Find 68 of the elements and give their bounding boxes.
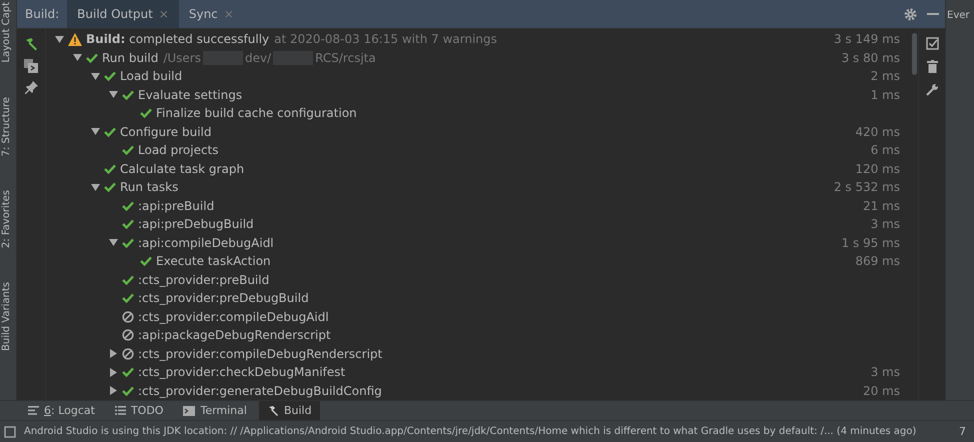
tree-item[interactable]: Execute taskAction (156, 254, 271, 268)
settings-icon[interactable] (904, 8, 917, 20)
duration: 3 ms (870, 217, 900, 232)
wrench-icon[interactable] (926, 83, 938, 96)
tool-window-tab[interactable]: TODO (106, 400, 172, 420)
duration: 21 ms (862, 198, 900, 213)
tree-item[interactable]: Load projects (138, 143, 219, 158)
project-path: RCS/rcsjta (315, 50, 376, 65)
duration: 1 s 95 ms (841, 236, 900, 250)
tool-window-tab[interactable]: Ever (946, 0, 974, 21)
tree-item[interactable]: :cts_provider:checkDebugManifest (138, 365, 346, 380)
expanded-arrow-icon[interactable] (108, 238, 118, 248)
tree-item[interactable]: Build: completed successfully (86, 32, 270, 46)
hammer-icon[interactable] (24, 37, 38, 51)
duration: 120 ms (855, 162, 900, 176)
tree-item[interactable]: Configure build (120, 124, 212, 139)
tool-window-tab[interactable]: Build Variants (0, 282, 16, 352)
tree-item[interactable]: :api:packageDebugRenderscript (138, 328, 331, 342)
expanded-arrow-icon[interactable] (90, 127, 100, 136)
tool-window-tab[interactable]: 6: Logcat (20, 400, 103, 420)
duration: 3 s 149 ms (834, 32, 900, 46)
scrollbar[interactable] (912, 33, 916, 75)
panel-tab[interactable]: Build Output × (67, 0, 179, 28)
tree-item[interactable]: Evaluate settings (138, 88, 242, 102)
terminal-icon (183, 406, 196, 416)
duration: 20 ms (862, 384, 900, 398)
build-detail: at 2020-08-03 16:15 with 7 warnings (274, 32, 498, 46)
tree-item[interactable]: :api:preDebugBuild (138, 217, 254, 232)
tree-item[interactable]: Calculate task graph (120, 162, 244, 176)
tree-item[interactable]: Run build (102, 50, 158, 65)
tool-window-tab[interactable]: Terminal (175, 400, 255, 420)
tool-window-tab[interactable]: 2: Favorites (0, 190, 16, 248)
tree-item[interactable]: :api:preBuild (138, 198, 214, 213)
tree-item[interactable]: Load build (120, 69, 182, 84)
tool-window-tab[interactable]: 7: Structure (0, 96, 16, 156)
duration: 6 ms (870, 143, 900, 158)
square-icon[interactable] (4, 426, 16, 438)
lines-icon (28, 406, 39, 415)
list-icon (114, 406, 126, 415)
duration: 3 ms (870, 365, 900, 380)
tree-item[interactable]: :cts_provider:generateDebugBuildConfig (138, 384, 382, 398)
tree-item[interactable]: Run tasks (120, 180, 178, 194)
duration: 3 s 80 ms (841, 50, 900, 65)
tree-item[interactable]: :cts_provider:preDebugBuild (138, 291, 309, 306)
duration: 2 s 532 ms (834, 180, 900, 194)
project-path: /Users (163, 50, 201, 65)
checkbox-icon[interactable] (926, 37, 938, 50)
pin-icon[interactable] (24, 81, 38, 94)
status-message: Android Studio is using this JDK location: // /Applications/Android Studio.app/Contents/jre/jdk/Contents/Home which is different to what Gradle uses by default: /... (4 minutes ago) (24, 426, 916, 437)
expanded-arrow-icon[interactable] (90, 182, 100, 192)
tool-window-tab[interactable]: Build (258, 400, 320, 420)
tree-item[interactable]: :api:compileDebugAidl (138, 236, 274, 250)
tree-item[interactable]: Finalize build cache configuration (156, 106, 357, 120)
duration: 869 ms (855, 254, 900, 268)
panel-title: Build: (24, 7, 60, 21)
hammer-icon (266, 404, 279, 416)
duration: 2 ms (870, 69, 900, 84)
project-path: dev/ (245, 50, 272, 65)
console-icon[interactable] (24, 59, 38, 73)
tree-item[interactable]: :cts_provider:compileDebugRenderscript (138, 346, 382, 361)
panel-tab[interactable]: Sync × (178, 0, 244, 28)
tool-window-tab[interactable]: Layout Capt (0, 2, 16, 63)
tree-item[interactable]: :cts_provider:compileDebugAidl (138, 310, 329, 324)
trash-icon[interactable] (926, 60, 938, 73)
status-text: 7 (959, 425, 966, 438)
duration: 420 ms (855, 124, 900, 139)
tree-item[interactable]: :cts_provider:preBuild (138, 272, 270, 287)
duration: 1 ms (870, 88, 900, 102)
